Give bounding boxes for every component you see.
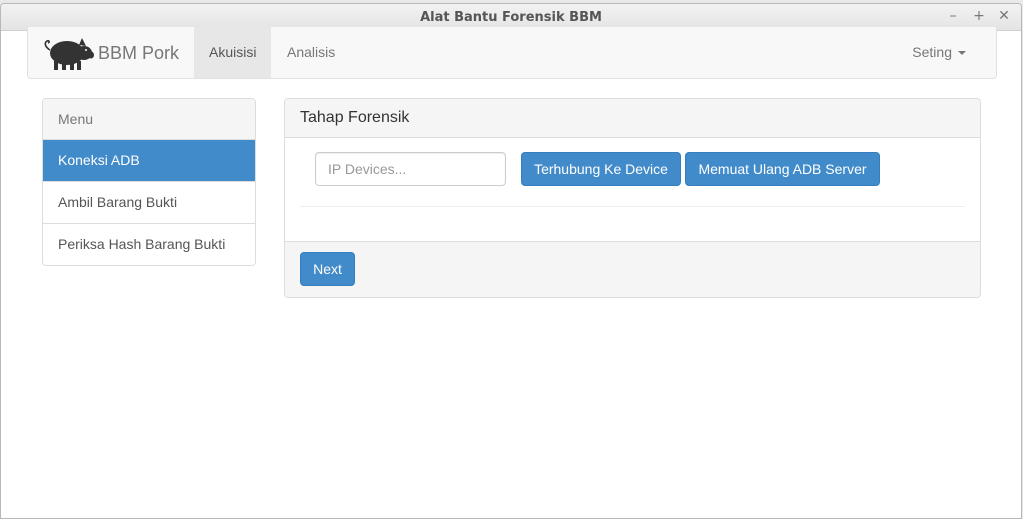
brand-link[interactable]: BBM Pork [42,33,179,73]
top-navbar: BBM Pork Akuisisi Analisis Seting [27,27,997,79]
settings-label: Seting [912,44,952,60]
sidebar-item-periksa-hash[interactable]: Periksa Hash Barang Bukti [43,224,255,265]
sidebar-item-ambil-barang-bukti[interactable]: Ambil Barang Bukti [43,182,255,224]
caret-down-icon [958,51,966,56]
minimize-icon[interactable]: – [945,8,961,24]
panel-title: Tahap Forensik [285,99,980,138]
ip-devices-input[interactable] [315,152,506,186]
connect-device-button[interactable]: Terhubung Ke Device [521,152,681,186]
brand-name: BBM Pork [98,42,180,63]
pig-icon [44,38,94,70]
close-icon[interactable]: ✕ [996,8,1012,24]
next-button[interactable]: Next [300,252,355,286]
settings-dropdown[interactable]: Seting [912,27,966,78]
window-title: Alat Bantu Forensik BBM [420,10,602,25]
divider [300,206,965,207]
panel-footer: Next [285,241,980,297]
forensic-panel: Tahap Forensik Terhubung Ke Device Memua… [284,98,981,298]
reload-adb-server-button[interactable]: Memuat Ulang ADB Server [685,152,880,186]
tab-akuisisi[interactable]: Akuisisi [194,27,272,78]
maximize-icon[interactable]: + [971,8,987,24]
sidebar-menu: Menu Koneksi ADB Ambil Barang Bukti Peri… [42,98,256,266]
sidebar-heading: Menu [43,99,255,140]
tab-analisis[interactable]: Analisis [272,27,350,78]
sidebar-item-koneksi-adb[interactable]: Koneksi ADB [43,140,255,182]
